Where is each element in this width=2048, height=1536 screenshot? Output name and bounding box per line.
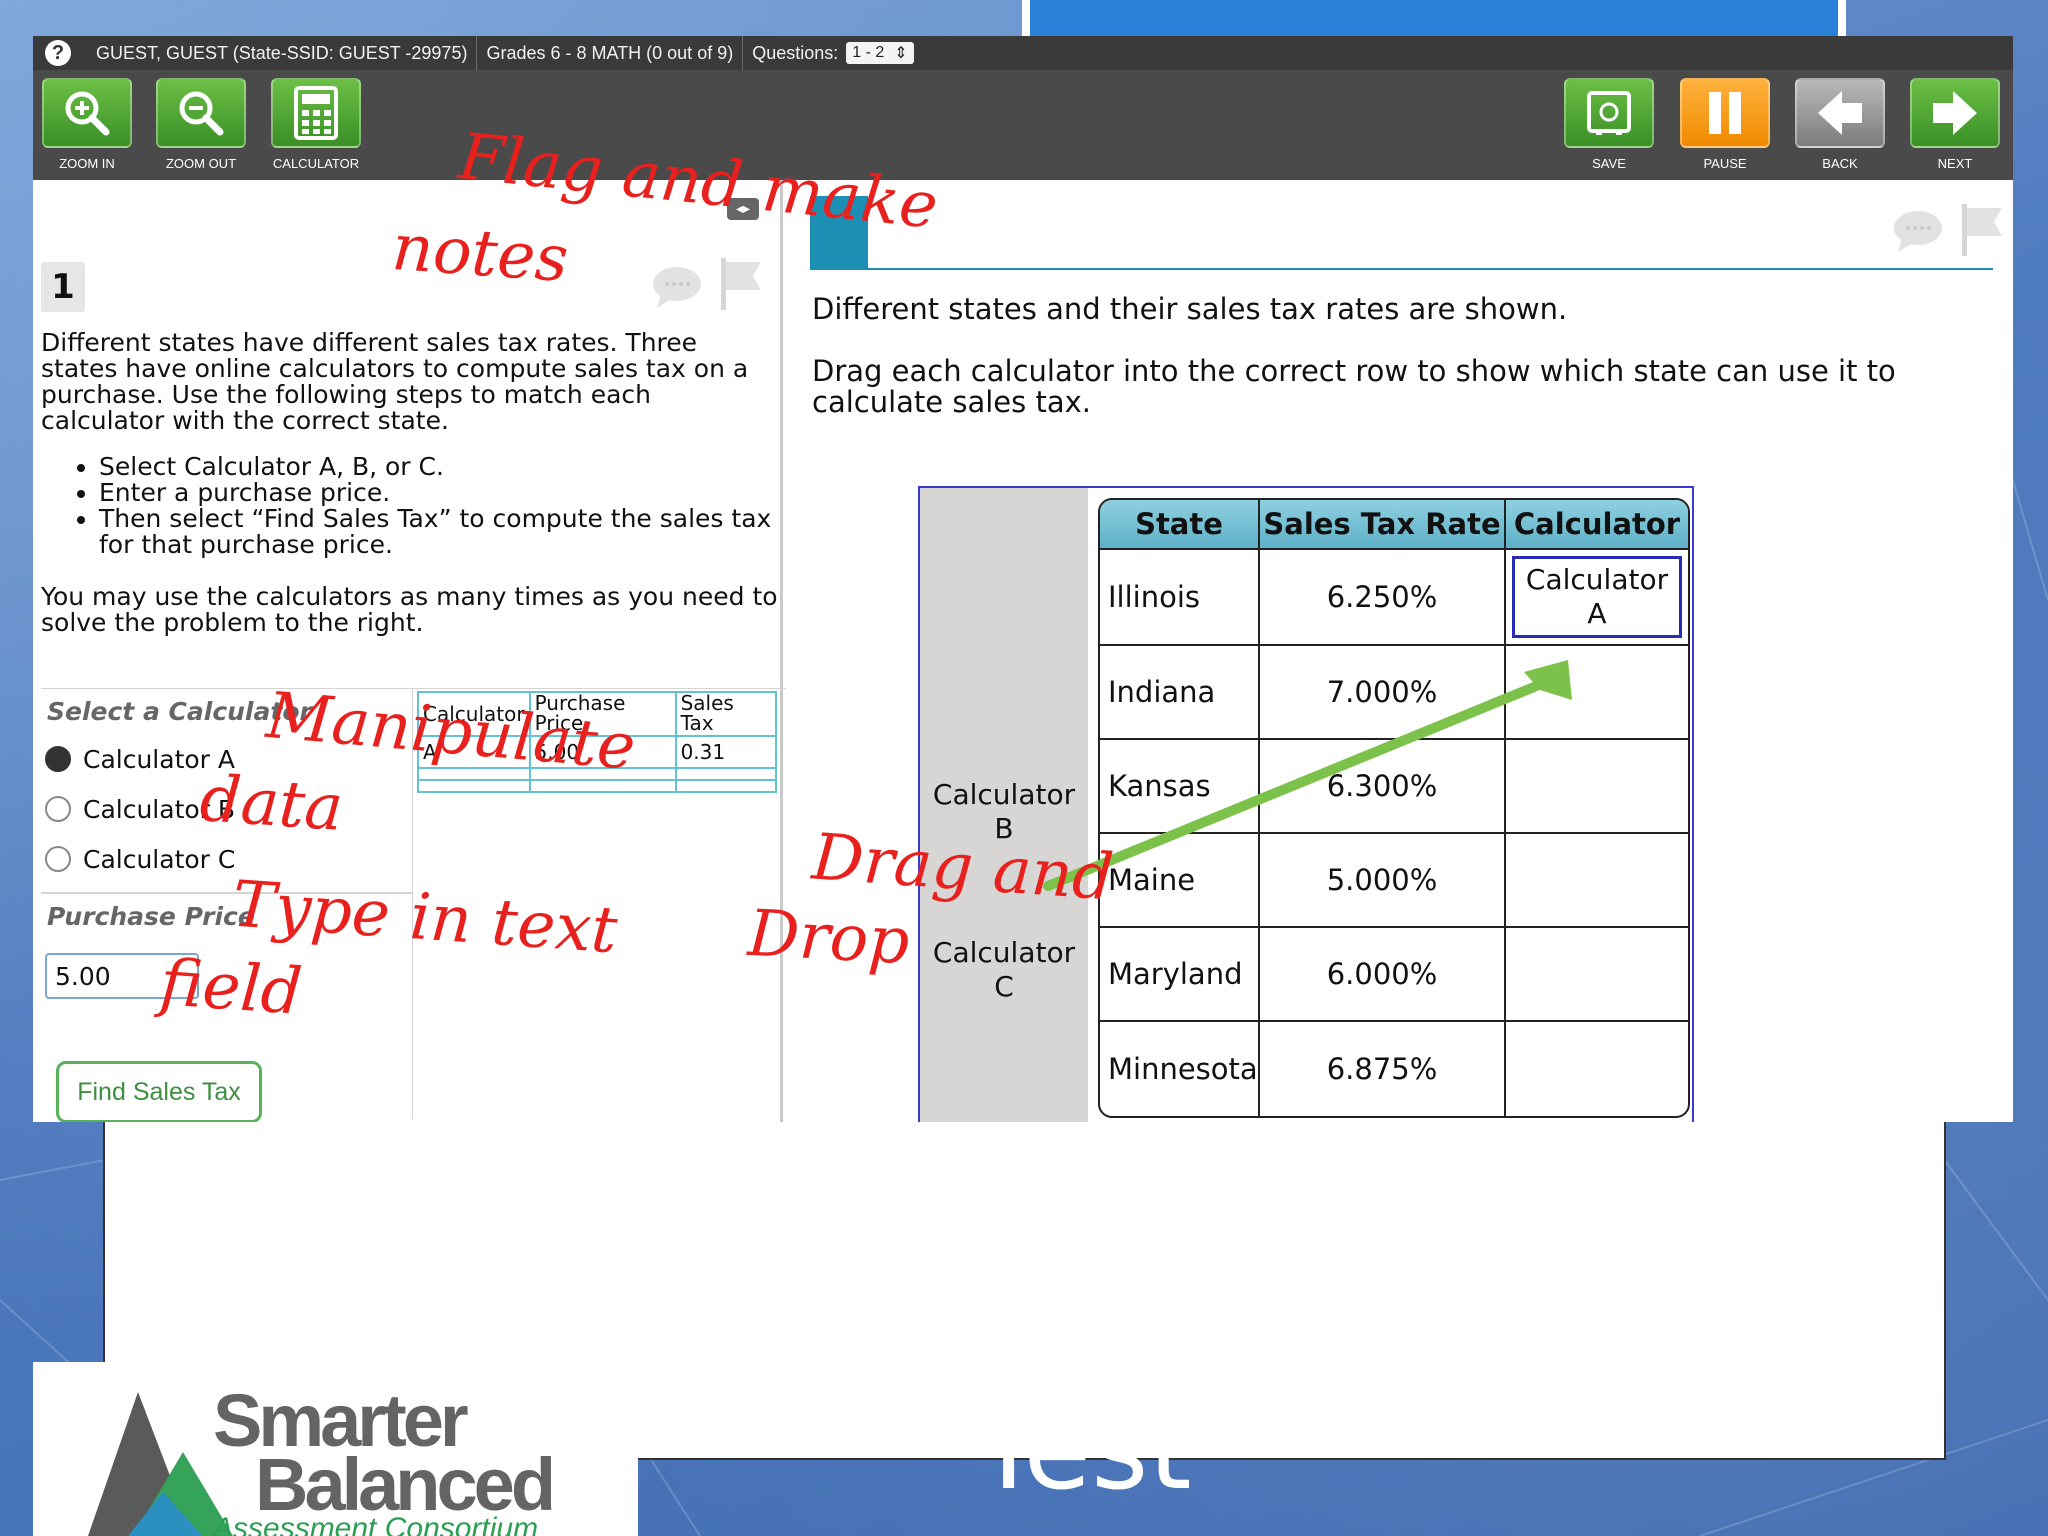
- annotation-manipulate: data: [197, 762, 346, 846]
- annotation-type-field: field: [157, 946, 305, 1030]
- annotation-flag-notes: notes: [389, 210, 571, 298]
- annotation-drag-drop: Drop: [746, 896, 912, 980]
- annotation-arrow: [1043, 660, 1572, 891]
